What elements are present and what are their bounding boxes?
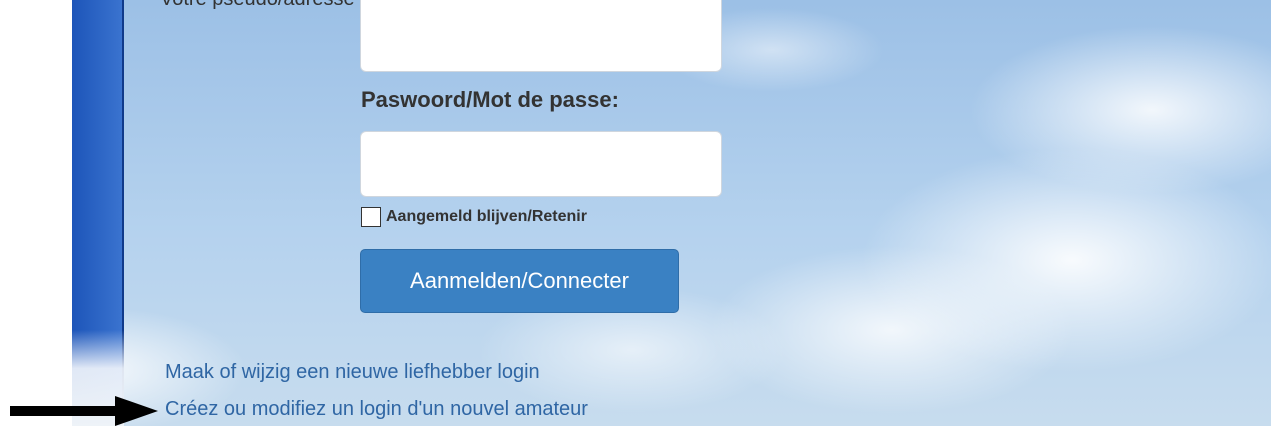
remember-checkbox[interactable] xyxy=(361,207,381,227)
side-bar xyxy=(72,0,124,426)
create-login-link-nl[interactable]: Maak of wijzig een nieuwe liefhebber log… xyxy=(165,361,540,384)
password-input[interactable] xyxy=(360,131,722,197)
remember-me[interactable]: Aangemeld blijven/Retenir xyxy=(361,207,587,227)
remember-label: Aangemeld blijven/Retenir xyxy=(386,208,587,225)
password-label: Paswoord/Mot de passe: xyxy=(361,87,619,112)
create-login-link-fr[interactable]: Créez ou modifiez un login d'un nouvel a… xyxy=(165,398,588,421)
arrow-right-icon xyxy=(10,396,158,426)
username-input[interactable] xyxy=(360,0,722,72)
login-button[interactable]: Aanmelden/Connecter xyxy=(360,249,679,313)
